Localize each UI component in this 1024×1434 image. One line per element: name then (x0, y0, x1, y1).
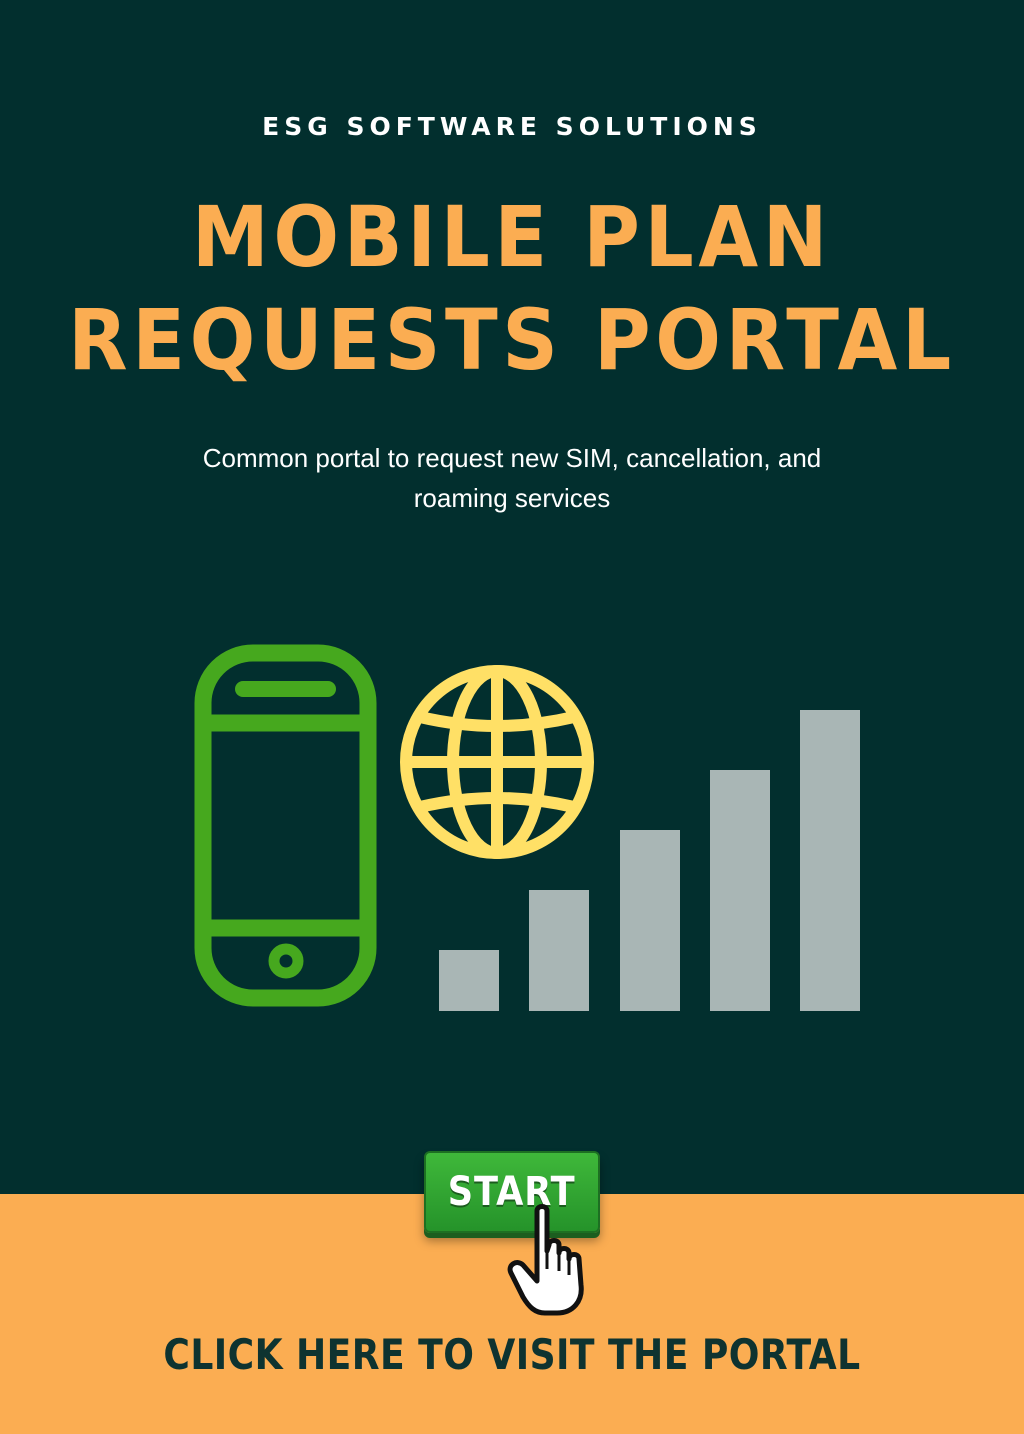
signal-bar-3 (620, 830, 680, 1011)
visit-portal-link[interactable]: CLICK HERE TO VISIT THE PORTAL (72, 1330, 953, 1379)
signal-bar-4 (710, 770, 770, 1011)
start-button[interactable]: START (424, 1151, 600, 1233)
mobile-phone-icon (194, 644, 377, 1007)
signal-bar-1 (439, 950, 499, 1011)
mobile-services-illustration (194, 644, 860, 1011)
signal-bar-5 (800, 710, 860, 1011)
signal-bar-2 (529, 890, 589, 1011)
globe-icon (400, 665, 594, 859)
start-button-label: START (448, 1169, 576, 1215)
